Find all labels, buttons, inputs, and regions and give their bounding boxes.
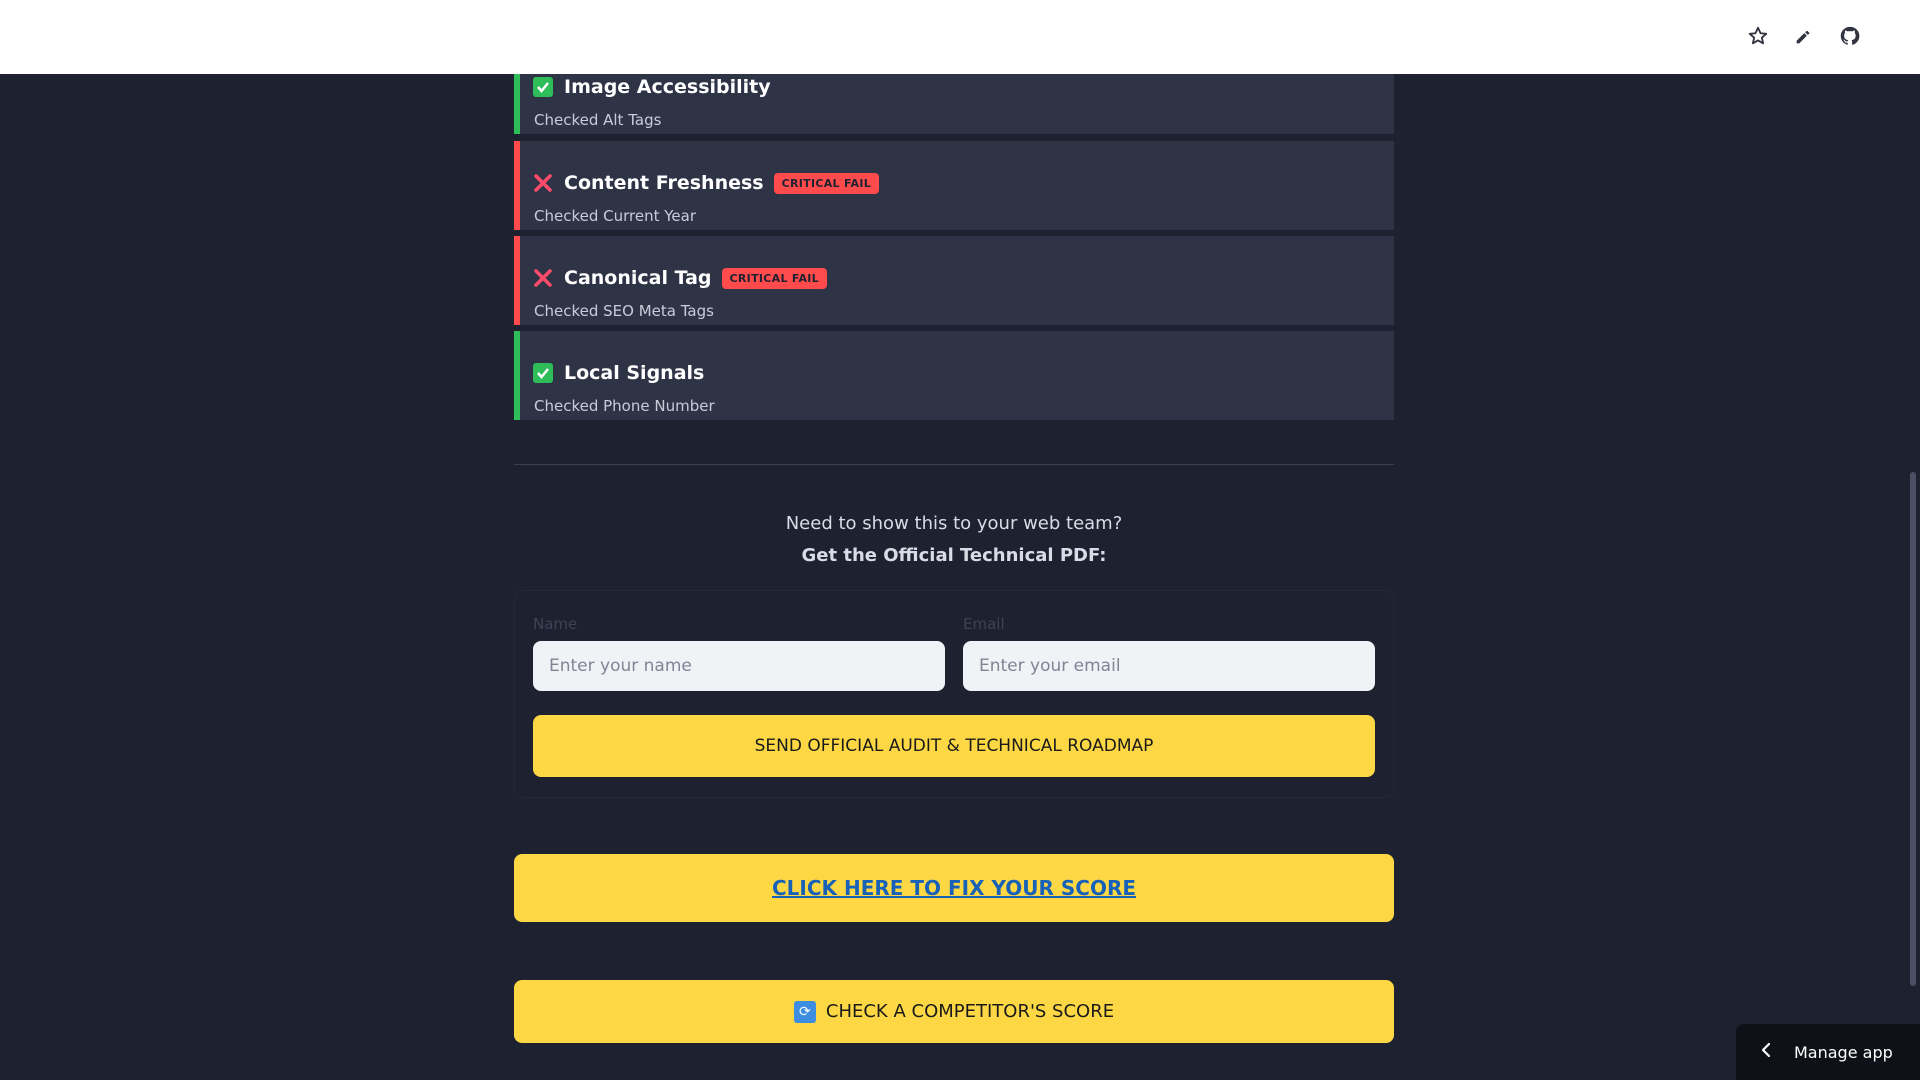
email-input[interactable] (963, 641, 1375, 691)
check-title: Canonical Tag (564, 267, 712, 289)
check-pass-icon (532, 362, 554, 384)
github-icon[interactable] (1838, 24, 1862, 48)
email-label: Email (963, 615, 1005, 633)
scrollbar[interactable] (1910, 472, 1916, 986)
name-field: Name (533, 615, 945, 691)
check-card-content-freshness: Content Freshness CRITICAL FAIL Checked … (514, 141, 1394, 230)
check-title: Image Accessibility (564, 76, 771, 98)
pencil-icon[interactable] (1792, 24, 1816, 48)
name-label: Name (533, 615, 578, 633)
critical-fail-badge: CRITICAL FAIL (773, 172, 880, 194)
pdf-request-form: Name Email SEND OFFICIAL AUDIT & TECHNIC… (514, 590, 1394, 798)
check-title: Content Freshness (564, 172, 764, 194)
check-pass-icon (532, 76, 554, 98)
critical-fail-badge: CRITICAL FAIL (721, 267, 827, 289)
manage-app-button[interactable]: Manage app (1736, 1024, 1920, 1080)
check-card-local-signals: Local Signals Checked Phone Number (514, 331, 1394, 420)
pdf-prompt: Need to show this to your web team? Get … (514, 508, 1394, 572)
top-toolbar (0, 0, 1920, 74)
section-divider (514, 464, 1394, 465)
check-subtitle: Checked Current Year (534, 207, 696, 225)
send-audit-button[interactable]: SEND OFFICIAL AUDIT & TECHNICAL ROADMAP (533, 715, 1375, 777)
pdf-prompt-line2: Get the Official Technical PDF: (801, 545, 1107, 566)
name-input[interactable] (533, 641, 945, 691)
manage-app-label: Manage app (1794, 1042, 1893, 1062)
star-icon[interactable] (1746, 24, 1770, 48)
cross-icon (532, 267, 554, 289)
chevron-left-icon (1758, 1042, 1774, 1062)
fix-score-link[interactable]: CLICK HERE TO FIX YOUR SCORE (772, 876, 1136, 900)
check-subtitle: Checked SEO Meta Tags (534, 302, 714, 320)
check-competitor-button[interactable]: ⟳ CHECK A COMPETITOR'S SCORE (514, 980, 1394, 1043)
fix-score-banner: CLICK HERE TO FIX YOUR SCORE (514, 854, 1394, 922)
pdf-prompt-line1: Need to show this to your web team? (785, 513, 1123, 534)
email-field: Email (963, 615, 1375, 691)
check-card-canonical-tag: Canonical Tag CRITICAL FAIL Checked SEO … (514, 236, 1394, 325)
check-title: Local Signals (564, 362, 705, 384)
cross-icon (532, 172, 554, 194)
check-competitor-label: CHECK A COMPETITOR'S SCORE (825, 1001, 1115, 1022)
check-subtitle: Checked Alt Tags (534, 111, 662, 129)
refresh-icon: ⟳ (793, 1000, 816, 1023)
toolbar-actions (1746, 24, 1862, 48)
check-subtitle: Checked Phone Number (534, 397, 715, 415)
